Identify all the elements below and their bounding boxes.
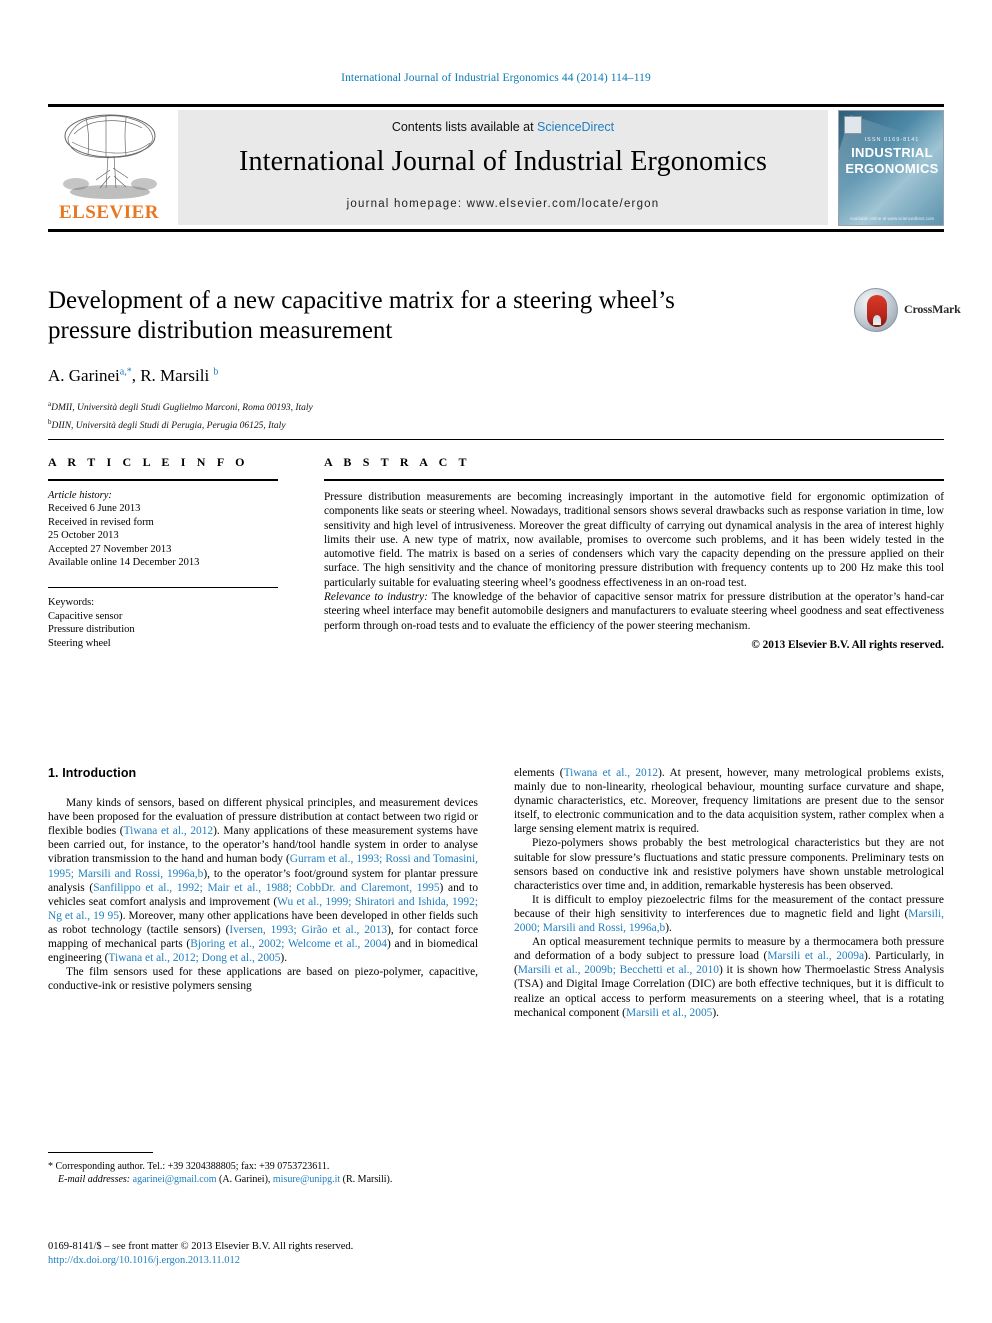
running-head: International Journal of Industrial Ergo… [341,72,651,84]
abstract-copyright: © 2013 Elsevier B.V. All rights reserved… [751,638,944,651]
affiliation-b: bDIIN, Università degli Studi di Perugia… [48,416,944,433]
email-addresses-label: E-mail addresses: [58,1174,131,1185]
article-info-column: A R T I C L E I N F O Article history: R… [48,455,278,650]
email-owner-garinei: (A. Garinei), [216,1174,273,1185]
cover-footer-text: Available online at www.sciencedirect.co… [849,216,935,221]
author-list: A. Garineia,*, R. Marsili b [48,366,219,385]
history-item: Received in revised form [48,516,154,528]
history-item: Available online 14 December 2013 [48,557,200,569]
article-info-rule [48,479,278,481]
paragraph: Many kinds of sensors, based on differen… [48,797,479,965]
masthead-top-rule [48,104,944,107]
elsevier-tree-icon [56,110,162,202]
contents-prefix: Contents lists available at [391,120,538,134]
keywords-block: Keywords: Capacitive sensor Pressure dis… [48,596,278,650]
crossmark-notch [873,315,881,325]
history-item: Accepted 27 November 2013 [48,543,172,555]
history-item: 25 October 2013 [48,530,119,542]
abstract-body: Pressure distribution measurements are b… [324,490,944,652]
abstract-heading: A B S T R A C T [324,455,471,469]
abstract-text: Pressure distribution measurements are b… [324,491,944,589]
keyword-item: Pressure distribution [48,624,135,636]
keywords-rule [48,587,278,589]
article-info-heading: A R T I C L E I N F O [48,455,249,469]
imprint-block: 0169-8141/$ – see front matter © 2013 El… [48,1240,518,1268]
cover-title-line1: INDUSTRIAL [851,145,933,160]
email-link-garinei[interactable]: agarinei@gmail.com [133,1174,217,1185]
history-item: Received 6 June 2013 [48,503,141,515]
cover-issn: ISSN 0169-8141 [864,137,920,143]
relevance-to-industry: Relevance to industry: The knowledge of … [324,590,944,633]
paragraph: It is difficult to employ piezoelectric … [514,893,944,935]
cover-corner-mark [844,116,862,134]
relevance-label: Relevance to industry: [324,591,428,604]
paragraph: elements (Tiwana et al., 2012). At prese… [514,767,944,836]
crossmark-badge[interactable]: CrossMark [854,288,992,334]
affiliation-a-text: DMII, Università degli Studi Guglielmo M… [51,403,313,414]
crossmark-icon [854,288,898,332]
sciencedirect-link[interactable]: ScienceDirect [537,120,614,134]
journal-masthead: ELSEVIER Contents lists available at Sci… [48,104,944,232]
article-history-label: Article history: [48,490,112,501]
front-matter-line: 0169-8141/$ – see front matter © 2013 El… [48,1241,354,1252]
crossmark-label: CrossMark [904,302,961,316]
body-column-left: 1. Introduction Many kinds of sensors, b… [48,766,478,993]
elsevier-logo: ELSEVIER [48,110,170,228]
title-block: Development of a new capacitive matrix f… [48,286,961,433]
journal-title: International Journal of Industrial Ergo… [238,146,768,177]
contents-banner: Contents lists available at ScienceDirec… [178,110,828,225]
email-owner-marsili: (R. Marsili). [340,1174,393,1185]
keyword-item: Capacitive sensor [48,610,123,622]
paragraph: An optical measurement technique permits… [514,936,944,1019]
abstract-column: A B S T R A C T Pressure distribution me… [324,455,944,652]
abstract-rule [324,479,944,481]
article-first-page: International Journal of Industrial Ergo… [0,0,992,1323]
footnote-rule [48,1152,153,1153]
elsevier-wordmark: ELSEVIER [58,202,160,223]
email-line: E-mail addresses: agarinei@gmail.com (A.… [48,1173,478,1186]
journal-homepage[interactable]: journal homepage: www.elsevier.com/locat… [178,198,828,210]
email-link-marsili[interactable]: misure@unipg.it [273,1174,340,1185]
contents-available-line: Contents lists available at ScienceDirec… [178,120,828,134]
journal-cover-thumbnail: ISSN 0169-8141 INDUSTRIAL ERGONOMICS Ava… [838,110,944,226]
keywords-label: Keywords: [48,597,95,609]
cover-title-line2: ERGONOMICS [845,161,939,176]
corresponding-author-line: * Corresponding author. Tel.: +39 320438… [48,1161,330,1172]
paragraph: The film sensors used for these applicat… [48,966,478,993]
corresponding-author-footnote: * Corresponding author. Tel.: +39 320438… [48,1152,478,1186]
article-history: Article history: Received 6 June 2013 Re… [48,489,278,569]
body-columns: 1. Introduction Many kinds of sensors, b… [48,766,944,1216]
affiliation-a: aDMII, Università degli Studi Guglielmo … [48,398,944,415]
infoabs-top-rule [48,439,944,440]
section-heading-introduction: 1. Introduction [48,766,137,780]
affiliation-b-text: DIIN, Università degli Studi di Perugia,… [51,420,286,431]
body-column-right: elements (Tiwana et al., 2012). At prese… [514,766,944,1020]
keyword-item: Steering wheel [48,637,111,649]
page-title: Development of a new capacitive matrix f… [48,287,675,344]
paragraph: Piezo-polymers shows probably the best m… [514,837,944,892]
masthead-bottom-rule [48,229,944,232]
doi-link[interactable]: http://dx.doi.org/10.1016/j.ergon.2013.1… [48,1254,518,1268]
